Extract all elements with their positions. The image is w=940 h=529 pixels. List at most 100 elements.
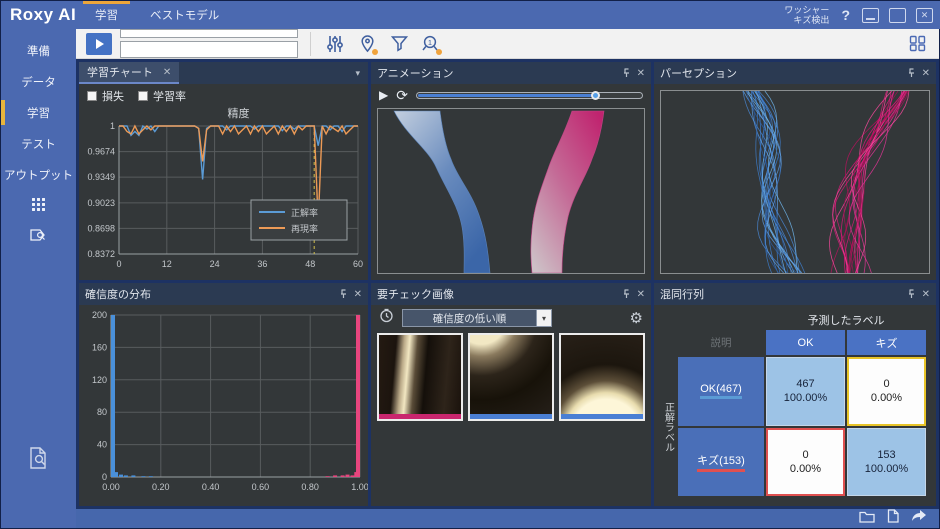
- cell-kizu-ok[interactable]: 00.00%: [766, 428, 845, 497]
- svg-text:0: 0: [102, 472, 107, 482]
- check-image-thumb[interactable]: [559, 333, 645, 421]
- svg-text:1.00: 1.00: [351, 482, 368, 492]
- svg-text:120: 120: [92, 375, 107, 385]
- svg-text:1: 1: [110, 121, 115, 131]
- animation-slider[interactable]: [416, 92, 643, 99]
- svg-text:精度: 精度: [228, 106, 250, 120]
- play-icon[interactable]: ▶: [379, 89, 388, 101]
- share-arrow-icon[interactable]: [911, 510, 927, 528]
- svg-text:0.8698: 0.8698: [87, 223, 115, 233]
- file-search-icon[interactable]: [1, 446, 76, 470]
- slider-thumb[interactable]: [591, 91, 600, 100]
- gear-icon[interactable]: ⚙: [630, 311, 643, 326]
- row-label-kizu[interactable]: キズ(153): [678, 428, 764, 497]
- location-pin-icon[interactable]: [355, 32, 379, 56]
- svg-text:0.20: 0.20: [152, 482, 170, 492]
- statusbar: [76, 509, 939, 528]
- svg-text:12: 12: [162, 259, 172, 269]
- chevron-down-icon[interactable]: ▾: [536, 310, 551, 326]
- svg-text:0.8372: 0.8372: [87, 249, 115, 259]
- panel-title: 確信度の分布: [85, 286, 151, 302]
- confidence-histogram: 0.000.200.400.600.801.0004080120160200: [79, 305, 368, 506]
- sidebar-item-output[interactable]: アウトプット: [1, 159, 76, 190]
- folder-icon[interactable]: [859, 510, 875, 528]
- panel-check-images: 要チェック画像 ✕ 確信度の低い順 ▾ ⚙: [371, 283, 651, 506]
- panel-learning-chart: 学習チャート ✕ ▾ 損失 学習率 精度012243648600.83720.8…: [79, 62, 368, 280]
- panel-title: アニメーション: [377, 65, 454, 81]
- svg-text:1: 1: [427, 37, 431, 46]
- tab-learning[interactable]: 学習: [79, 1, 134, 29]
- perception-canvas: [660, 90, 930, 274]
- close-icon[interactable]: ✕: [922, 68, 930, 79]
- svg-text:200: 200: [92, 310, 107, 320]
- legend-link[interactable]: 説明: [678, 330, 764, 355]
- svg-text:再現率: 再現率: [291, 223, 318, 234]
- row-label-ok[interactable]: OK(467): [678, 357, 764, 426]
- check-image-thumb[interactable]: [468, 333, 554, 421]
- panel-perception: パーセプション ✕: [654, 62, 936, 280]
- animation-canvas: [377, 108, 645, 274]
- svg-text:40: 40: [97, 440, 107, 450]
- close-icon[interactable]: ✕: [354, 289, 362, 300]
- dock-area: 学習チャート ✕ ▾ 損失 学習率 精度012243648600.83720.8…: [76, 59, 939, 509]
- svg-text:0.80: 0.80: [301, 482, 319, 492]
- refresh-loop-icon[interactable]: ⟳: [396, 88, 408, 102]
- learning-chart-tab[interactable]: 学習チャート ✕: [79, 62, 179, 84]
- close-icon[interactable]: ✕: [637, 68, 645, 79]
- sort-order-select[interactable]: 確信度の低い順 ▾: [402, 309, 552, 327]
- progress-field[interactable]: [120, 29, 298, 38]
- panel-title: 混同行列: [660, 286, 704, 302]
- svg-text:0.9023: 0.9023: [87, 198, 115, 208]
- maximize-button[interactable]: [889, 8, 906, 23]
- sidebar-item-test[interactable]: テスト: [1, 128, 76, 159]
- file-icon[interactable]: [887, 509, 899, 528]
- check-image-thumb[interactable]: [377, 333, 463, 421]
- svg-text:160: 160: [92, 342, 107, 352]
- cell-kizu-kizu[interactable]: 153100.00%: [847, 428, 926, 497]
- panel-title: 要チェック画像: [377, 286, 454, 302]
- pin-icon[interactable]: [622, 289, 631, 299]
- tune-sliders-icon[interactable]: [323, 32, 347, 56]
- label-search-icon[interactable]: [1, 220, 76, 250]
- svg-text:0.00: 0.00: [102, 482, 120, 492]
- predicted-label: 予測したラベル: [766, 311, 926, 328]
- project-name: ワッシャー キズ検出: [784, 5, 829, 26]
- svg-text:0.9349: 0.9349: [87, 172, 115, 182]
- close-icon[interactable]: ✕: [922, 289, 930, 300]
- sidebar-item-data[interactable]: データ: [1, 66, 76, 97]
- pin-icon[interactable]: [907, 289, 916, 299]
- svg-text:0.40: 0.40: [202, 482, 220, 492]
- tab-best-model[interactable]: ベストモデル: [134, 1, 235, 29]
- checkbox-learning-rate[interactable]: 学習率: [138, 88, 186, 104]
- pin-icon[interactable]: [622, 68, 631, 78]
- svg-text:0: 0: [116, 259, 121, 269]
- svg-text:48: 48: [305, 259, 315, 269]
- close-icon[interactable]: ✕: [637, 289, 645, 300]
- col-header-kizu: キズ: [847, 330, 926, 355]
- close-button[interactable]: [916, 8, 933, 23]
- checkbox-loss[interactable]: 損失: [87, 88, 124, 104]
- layout-grid-icon[interactable]: [905, 32, 929, 56]
- panel-title: 学習チャート: [87, 64, 153, 80]
- actual-label: 正解ラベル: [660, 357, 676, 496]
- chevron-down-icon[interactable]: ▾: [355, 68, 368, 79]
- minimize-button[interactable]: [862, 8, 879, 23]
- cell-ok-ok[interactable]: 467100.00%: [766, 357, 845, 426]
- svg-text:24: 24: [210, 259, 220, 269]
- filter-funnel-icon[interactable]: [387, 32, 411, 56]
- search-one-icon[interactable]: 1: [419, 32, 443, 56]
- pin-icon[interactable]: [339, 289, 348, 299]
- apps-grid-icon[interactable]: [1, 190, 76, 220]
- run-play-button[interactable]: [86, 33, 112, 55]
- model-name-field[interactable]: [120, 41, 298, 58]
- toolbar: 1: [76, 29, 939, 59]
- pin-icon[interactable]: [907, 68, 916, 78]
- sidebar-item-learning[interactable]: 学習: [1, 97, 76, 128]
- panel-confusion-matrix: 混同行列 ✕ 予測したラベル 説明 OK キズ 正解ラベル OK(467) 46…: [654, 283, 936, 506]
- col-header-ok: OK: [766, 330, 845, 355]
- sidebar-item-prepare[interactable]: 準備: [1, 35, 76, 66]
- close-icon[interactable]: ✕: [163, 67, 171, 78]
- cell-ok-kizu[interactable]: 00.00%: [847, 357, 926, 426]
- history-clock-icon[interactable]: [379, 308, 394, 328]
- help-icon[interactable]: ?: [839, 7, 852, 23]
